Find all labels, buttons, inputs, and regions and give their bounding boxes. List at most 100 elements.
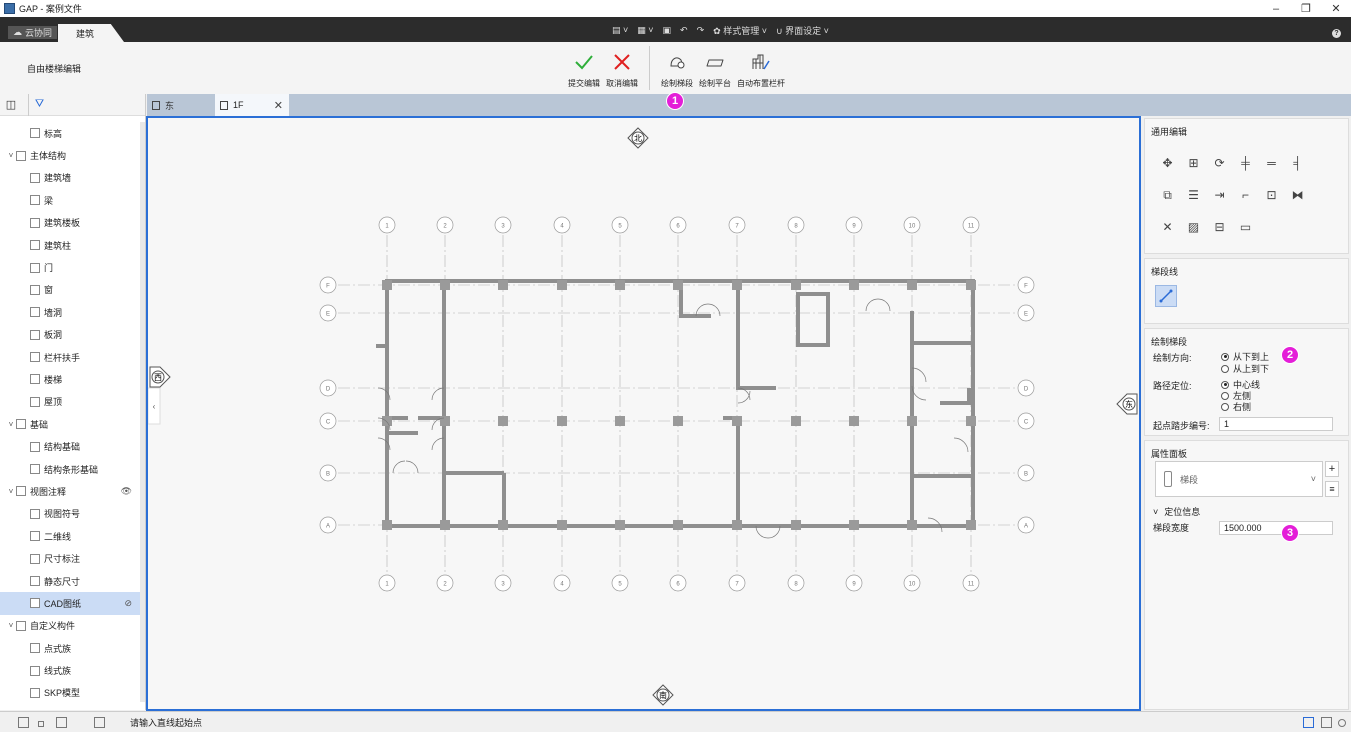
new-file-icon[interactable]: ▤ ˅: [612, 25, 628, 36]
tree-item[interactable]: 点式族: [0, 637, 140, 659]
compass-west[interactable]: 西: [149, 366, 171, 388]
pick-icon[interactable]: ⊟: [1209, 217, 1230, 237]
stack-icon[interactable]: ☰: [1183, 185, 1204, 205]
mirror-icon[interactable]: ⧓: [1287, 185, 1308, 205]
view-mode-icon[interactable]: [1303, 717, 1314, 728]
tree-item[interactable]: 楼梯: [0, 368, 140, 390]
delete-icon[interactable]: ✕: [1157, 217, 1178, 237]
close-tab-icon[interactable]: ✕: [274, 99, 283, 112]
window-icon[interactable]: [1321, 717, 1332, 728]
tree-item[interactable]: 建筑柱: [0, 234, 140, 256]
tree-item[interactable]: 板洞: [0, 324, 140, 346]
settings-circle-icon[interactable]: [1338, 719, 1346, 727]
chevron-down-icon[interactable]: ˅: [6, 621, 16, 630]
layers-icon[interactable]: [94, 717, 105, 728]
tree-item[interactable]: ˅ 视图注释 👁: [0, 480, 140, 502]
chevron-down-icon[interactable]: ˅: [6, 151, 16, 160]
path-option-right[interactable]: 右侧: [1221, 400, 1251, 413]
tree-item[interactable]: 栏杆扶手: [0, 346, 140, 368]
type-selector[interactable]: 梯段 ˅: [1155, 461, 1323, 497]
tree-item[interactable]: CAD图纸 ⊘: [0, 592, 140, 615]
tree-item[interactable]: 标高: [0, 122, 140, 144]
save-icon[interactable]: ▣: [663, 25, 672, 36]
south-label: 南: [659, 690, 667, 700]
tree-item[interactable]: 二维线: [0, 525, 140, 547]
chevron-down-icon[interactable]: ˅: [6, 487, 16, 496]
trim-icon[interactable]: ⌐: [1235, 185, 1256, 205]
collapse-panel-handle[interactable]: ‹: [148, 387, 161, 425]
visibility-off-icon[interactable]: ⊘: [124, 598, 132, 609]
snap-icon[interactable]: [38, 721, 44, 727]
start-step-input[interactable]: 1: [1219, 417, 1333, 431]
move-icon[interactable]: ✥: [1157, 153, 1178, 173]
split-icon[interactable]: ╡: [1287, 153, 1308, 173]
tree-item[interactable]: 线式族: [0, 659, 140, 681]
tree-item[interactable]: 视图符号: [0, 503, 140, 525]
submit-edit-button[interactable]: 提交编辑: [568, 50, 600, 89]
add-type-button[interactable]: +: [1325, 461, 1339, 477]
style-management-button[interactable]: ✿ 样式管理 ˅: [713, 24, 767, 37]
direction-option-top-down[interactable]: 从上到下: [1221, 362, 1269, 375]
tab-cloud-collab[interactable]: ☁ 云协同: [8, 26, 58, 39]
tree-item[interactable]: 窗: [0, 279, 140, 301]
tree-item[interactable]: 墙洞: [0, 301, 140, 323]
align-icon[interactable]: ╪: [1235, 153, 1256, 173]
grid-view-icon[interactable]: [18, 717, 29, 728]
tree-item[interactable]: 屋顶: [0, 391, 140, 413]
callout-badge-3: 3: [1281, 524, 1299, 542]
location-group-header[interactable]: ˅ 定位信息: [1153, 505, 1200, 518]
tree-item[interactable]: 建筑墙: [0, 167, 140, 189]
doc-tab-1f[interactable]: 1F ✕: [215, 94, 289, 116]
tree-scrollbar[interactable]: [140, 122, 145, 702]
structural-column: [615, 520, 625, 530]
undo-icon[interactable]: ↶: [680, 25, 688, 36]
eye-icon[interactable]: 👁: [121, 486, 132, 497]
offset-icon[interactable]: ═: [1261, 153, 1282, 173]
draw-platform-button[interactable]: 绘制平台: [699, 50, 731, 89]
check-icon: [574, 50, 594, 74]
help-icon[interactable]: ?: [1332, 29, 1341, 38]
tree-item[interactable]: ˅ 基础: [0, 413, 140, 435]
auto-railing-button[interactable]: 自动布置栏杆: [737, 50, 785, 89]
doc-tab-east[interactable]: 东: [147, 94, 215, 116]
open-file-icon[interactable]: ▦ ˅: [637, 25, 653, 36]
redo-icon[interactable]: ↷: [697, 25, 705, 36]
measure-icon[interactable]: ▭: [1235, 217, 1256, 237]
drawing-canvas[interactable]: 1 1 2 2 3 3 4 4 5 5 6 6 7 7 8 8 9 9 10 10 11 11 F F E E D D C C B B A A: [146, 116, 1141, 711]
scale-icon[interactable]: ⊡: [1261, 185, 1282, 205]
close-window-button[interactable]: ✕: [1321, 0, 1351, 17]
compass-east[interactable]: 东: [1116, 393, 1138, 415]
tree-item[interactable]: 门: [0, 256, 140, 278]
chevron-down-icon[interactable]: ˅: [6, 420, 16, 429]
tree-item[interactable]: 尺寸标注: [0, 547, 140, 569]
box-3d-icon[interactable]: ▨: [1183, 217, 1204, 237]
tree-item[interactable]: 结构条形基础: [0, 458, 140, 480]
ui-settings-button[interactable]: ∪ 界面设定 ˅: [776, 24, 829, 37]
tree-item[interactable]: 静态尺寸: [0, 570, 140, 592]
floor-plan-svg[interactable]: 11223344556677889910101111F FE ED DC CB BA A: [148, 118, 1139, 709]
compass-north[interactable]: 北: [627, 127, 649, 149]
extend-icon[interactable]: ⇥: [1209, 185, 1230, 205]
cancel-edit-button[interactable]: 取消编辑: [606, 50, 638, 89]
tree-item[interactable]: ˅ 自定义构件: [0, 615, 140, 637]
tree-item[interactable]: SKP模型: [0, 682, 140, 704]
grid-axis-bubble: 3: [494, 574, 512, 592]
tree-item[interactable]: 建筑楼板: [0, 212, 140, 234]
maximize-button[interactable]: ❐: [1291, 0, 1321, 17]
tree-item[interactable]: 结构基础: [0, 435, 140, 457]
array-icon[interactable]: ⧉: [1157, 185, 1178, 205]
draw-stair-run-button[interactable]: 绘制梯段: [661, 50, 693, 89]
panel-toggle-icon[interactable]: ◫: [0, 94, 22, 116]
stair-line-tool-button[interactable]: [1155, 285, 1177, 307]
minimize-button[interactable]: –: [1261, 0, 1291, 17]
tab-architecture[interactable]: 建筑: [58, 24, 124, 42]
copy-icon[interactable]: ⊞: [1183, 153, 1204, 173]
compass-south[interactable]: 南: [652, 684, 674, 706]
tree-item[interactable]: 梁: [0, 189, 140, 211]
filter-icon[interactable]: ⛛: [28, 93, 50, 116]
edit-type-button[interactable]: ≡: [1325, 481, 1339, 497]
stair-width-input[interactable]: 1500.000: [1219, 521, 1333, 535]
layout-icon[interactable]: [56, 717, 67, 728]
rotate-icon[interactable]: ⟳: [1209, 153, 1230, 173]
tree-item[interactable]: ˅ 主体结构: [0, 144, 140, 166]
